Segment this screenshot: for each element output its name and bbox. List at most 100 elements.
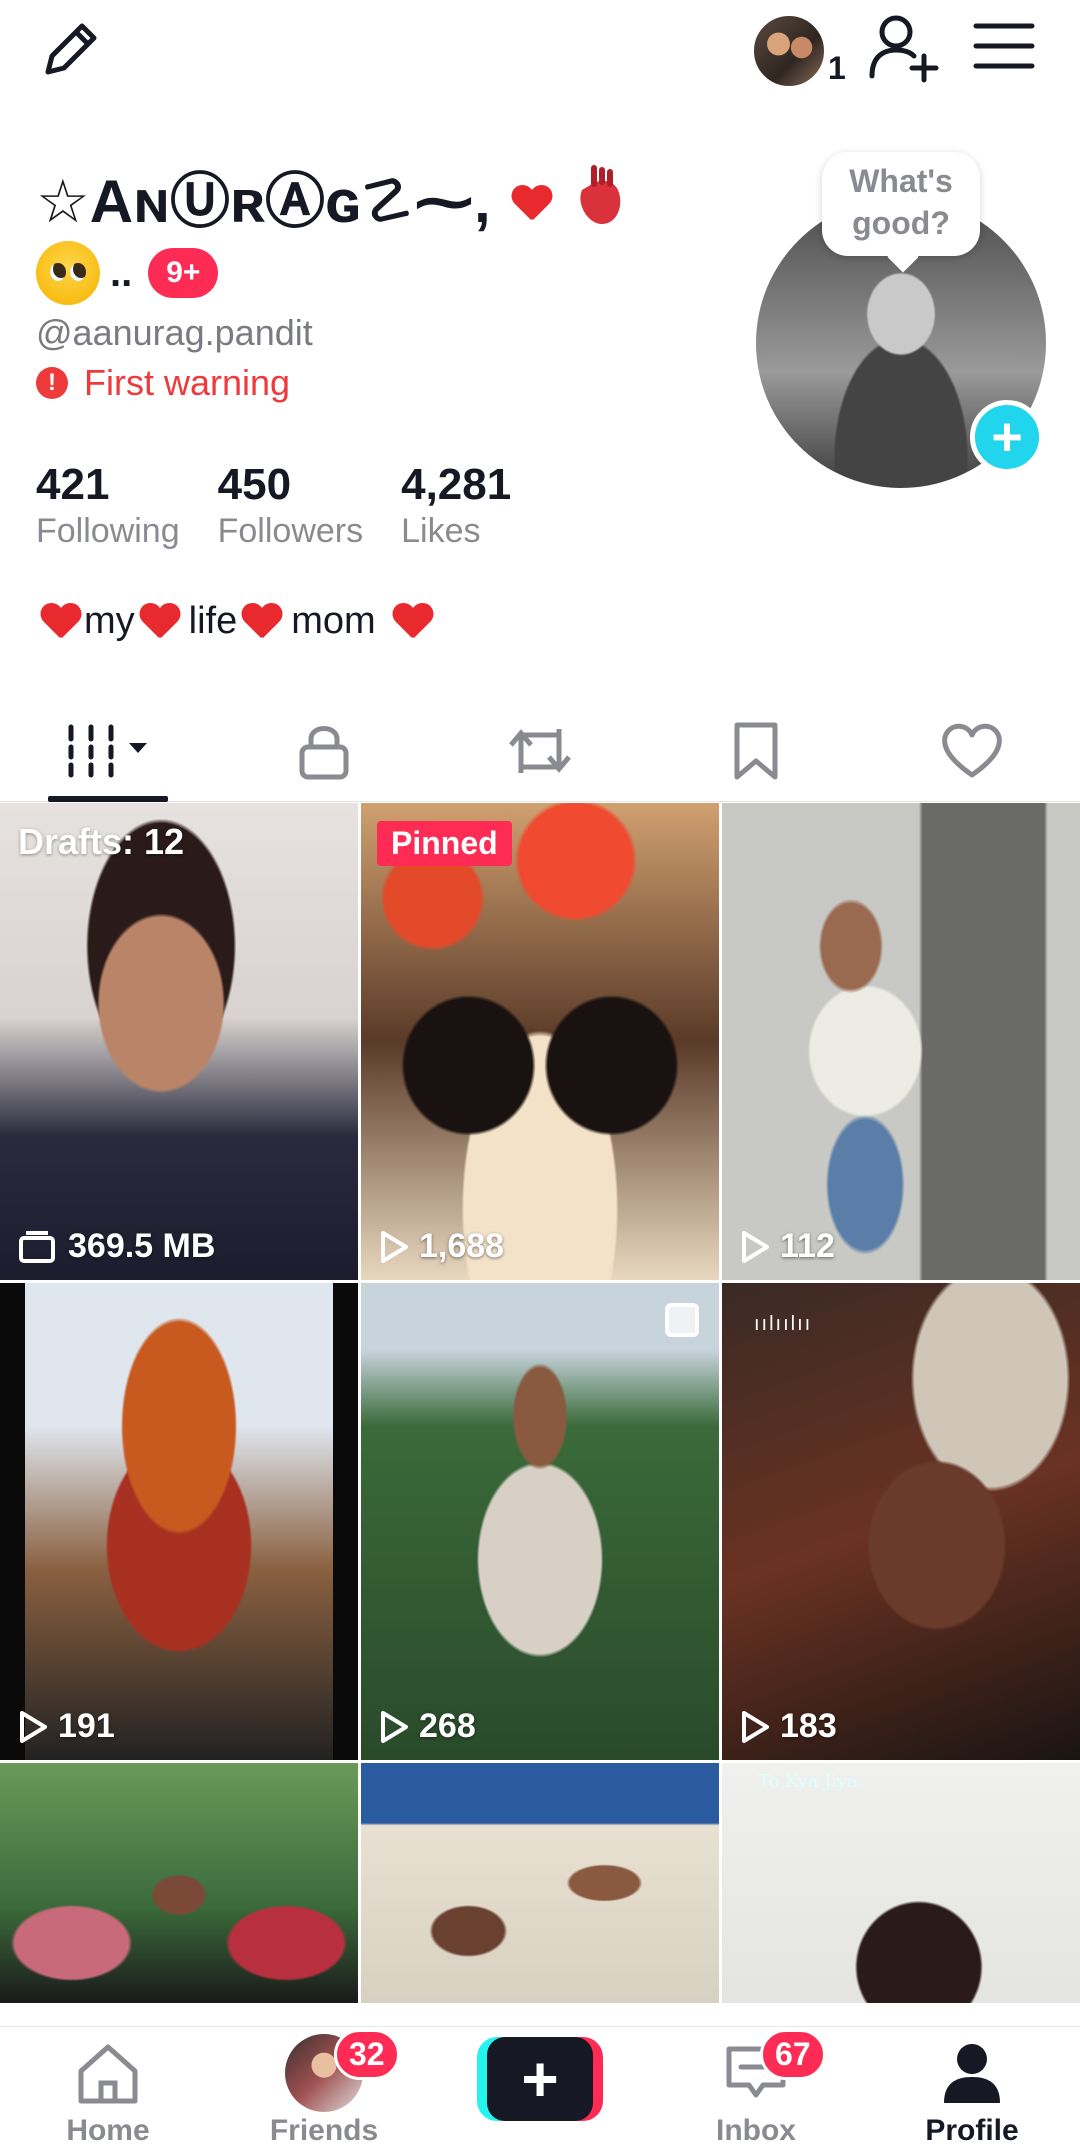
notification-badge[interactable]: 9+ [148,248,219,298]
content-tabs [0,700,1080,802]
friends-badge: 32 [334,2029,400,2080]
tab-videos[interactable] [0,700,216,802]
nav-friends[interactable]: 32 Friends [216,2027,432,2148]
status-prompt-line2: good? [852,205,950,241]
stat-following[interactable]: 421 Following [36,460,180,551]
view-count-text: 268 [419,1707,476,1745]
add-friend-button[interactable] [866,10,946,90]
hamburger-icon [973,23,1035,69]
request-count: 1 [828,50,846,86]
requester-avatar [752,14,826,88]
bio-word-2: life [188,600,238,642]
nav-profile[interactable]: Profile [864,2027,1080,2148]
view-count-text: 183 [780,1707,837,1745]
video-tile[interactable] [361,1763,719,2003]
account-warning[interactable]: ! First warning [36,362,290,404]
likes-count: 4,281 [401,460,512,509]
video-thumbnail [722,803,1080,1280]
bio-word-1: my [84,600,135,642]
video-thumbnail [0,1283,358,1760]
likes-label: Likes [401,512,481,550]
drafts-count: Drafts: 12 [18,821,185,862]
play-icon [742,1230,769,1263]
nav-home[interactable]: Home [0,2027,216,2148]
video-thumbnail [361,1763,719,2003]
status-prompt-bubble[interactable]: What's good? [822,152,980,256]
home-icon [78,2044,138,2104]
bottom-nav: Home 32 Friends + 67 Inbox Profile [0,2026,1080,2148]
followers-count: 450 [217,460,292,509]
video-thumbnail [361,1283,719,1760]
tab-private[interactable] [216,700,432,801]
create-button[interactable]: + [477,2036,603,2121]
video-tile[interactable]: 112 [722,803,1080,1280]
video-tile[interactable]: ıılıılıı 183 [722,1283,1080,1760]
pleading-face-emoji [36,241,100,305]
nav-friends-label: Friends [269,2114,379,2147]
video-caption-snippet: To Kya Jiya [758,1771,858,1792]
add-avatar-button[interactable]: + [970,400,1044,474]
tab-reposts[interactable] [432,700,648,801]
heart-emoji [241,604,281,640]
menu-button[interactable] [972,14,1042,84]
stat-followers[interactable]: 450 Followers [218,460,363,551]
name-dots: .. [110,250,133,295]
following-label: Following [36,512,180,550]
bookmark-icon [734,722,778,779]
nav-create[interactable]: + [432,2027,648,2148]
heart-emoji [139,604,179,640]
follower-requests-button[interactable]: 1 [752,10,852,90]
tab-favorites[interactable] [648,700,864,801]
nav-inbox[interactable]: 67 Inbox [648,2027,864,2148]
status-prompt-line1: What's [849,163,953,199]
video-tile[interactable]: To Kya Jiya [722,1763,1080,2003]
play-icon [742,1710,769,1743]
pinned-badge: Pinned [377,821,512,866]
play-icon [381,1230,408,1263]
display-name: ☆AɴⓊʀⒶɢ☡⁓, [36,160,736,244]
bio-word-3: mom [291,600,376,642]
view-count: 112 [740,1227,835,1266]
stat-likes[interactable]: 4,281 Likes [401,460,511,551]
drafts-size: 369.5 MB [18,1227,215,1266]
following-count: 421 [36,460,110,509]
edit-profile-button[interactable] [36,14,116,94]
warning-text: First warning [84,362,291,403]
view-count-text: 191 [58,1707,115,1745]
multi-photo-icon [665,1303,699,1337]
video-thumbnail [722,1283,1080,1760]
view-count-text: 1,688 [419,1227,505,1265]
video-tile[interactable]: 191 [0,1283,358,1760]
video-tile[interactable] [0,1763,358,2003]
plus-icon: + [991,407,1023,467]
heart-icon [942,723,1002,777]
drafts-size-text: 369.5 MB [68,1227,216,1265]
display-name-text: ☆AɴⓊʀⒶɢ☡⁓, [36,168,491,235]
add-user-icon [869,15,939,83]
repost-icon [509,728,571,773]
plus-icon: + [487,2036,593,2121]
drafts-tile[interactable]: Drafts: 12 369.5 MB [0,803,358,1280]
profile-avatar-area: What's good? + [754,150,1054,488]
heart-emoji [392,604,432,640]
username: @aanurag.pandit [36,312,313,353]
audio-wave-icon: ıılıılıı [754,1313,813,1335]
video-tile[interactable]: 268 [361,1283,719,1760]
view-count-text: 112 [780,1227,835,1265]
play-icon [381,1710,408,1743]
display-name-line2: .. 9+ [36,238,219,308]
video-thumbnail [722,1763,1080,2003]
pencil-icon [45,23,97,75]
view-count: 183 [740,1707,837,1746]
video-tile[interactable]: Pinned 1,688 [361,803,719,1280]
nav-profile-label: Profile [925,2114,1019,2147]
nav-home-label: Home [66,2114,150,2147]
video-thumbnail [0,803,358,1280]
lock-icon [299,725,349,779]
inbox-badge: 67 [760,2029,826,2080]
alert-icon: ! [36,367,68,399]
followers-label: Followers [217,512,364,550]
video-thumbnail [0,1763,358,2003]
bio: my life mom [36,600,436,643]
tab-liked[interactable] [864,700,1080,801]
